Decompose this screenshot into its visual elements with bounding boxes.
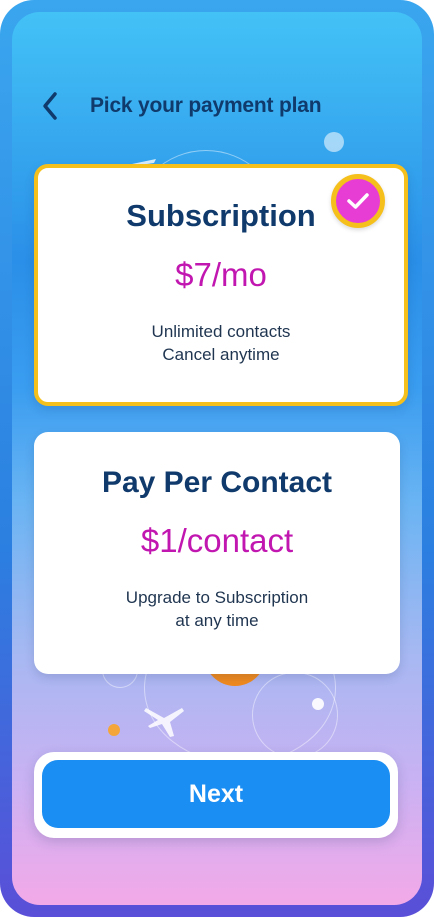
decorative-coin bbox=[108, 724, 120, 736]
plan-description-line: Upgrade to Subscription bbox=[125, 588, 309, 607]
decorative-bubble bbox=[324, 132, 344, 152]
page-title: Pick your payment plan bbox=[90, 94, 322, 117]
plan-description-line: Cancel anytime bbox=[162, 345, 280, 364]
plan-card-pay-per-contact[interactable]: Pay Per Contact $1/contact Upgrade to Su… bbox=[34, 432, 400, 674]
decorative-ring bbox=[252, 672, 338, 758]
plan-description: Unlimited contacts Cancel anytime bbox=[38, 320, 404, 366]
header: Pick your payment plan bbox=[12, 84, 422, 128]
decorative-bubble bbox=[312, 698, 324, 710]
plan-name: Pay Per Contact bbox=[101, 466, 333, 499]
back-button[interactable] bbox=[28, 84, 72, 128]
airplane-icon bbox=[144, 708, 184, 737]
selected-check-badge bbox=[331, 174, 385, 228]
chevron-left-icon bbox=[43, 92, 57, 120]
plan-description-line: Unlimited contacts bbox=[151, 322, 291, 341]
plan-price: $1/contact bbox=[140, 522, 294, 559]
plan-price: $7/mo bbox=[175, 256, 267, 293]
plan-description: Upgrade to Subscription at any time bbox=[34, 586, 400, 632]
check-icon bbox=[347, 193, 369, 209]
phone-frame: Pick your payment plan Subscription $7/m… bbox=[0, 0, 434, 917]
plan-description-line: at any time bbox=[175, 611, 259, 630]
next-button-container: Next bbox=[34, 752, 398, 838]
next-button[interactable]: Next bbox=[42, 760, 390, 828]
app-screen: Pick your payment plan Subscription $7/m… bbox=[12, 12, 422, 905]
